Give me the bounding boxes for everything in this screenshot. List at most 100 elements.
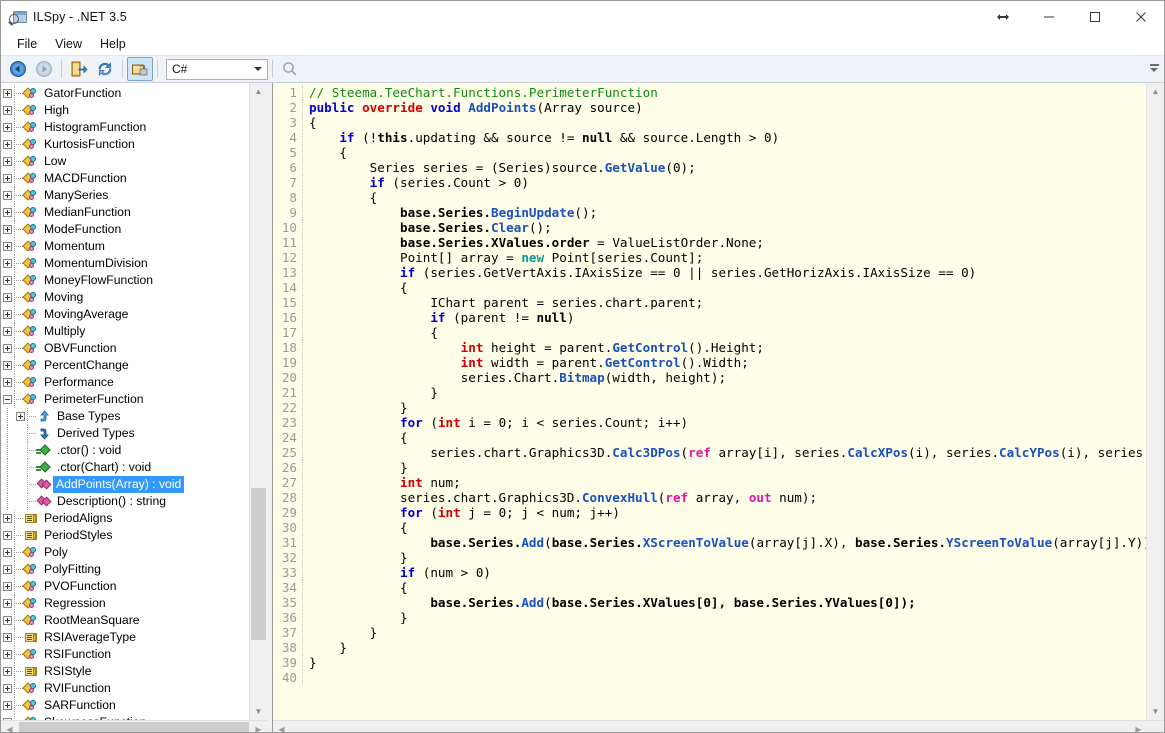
- tree-item[interactable]: RSIStyle: [1, 663, 250, 680]
- expand-plus-icon[interactable]: [1, 612, 14, 629]
- tree-scroll-thumb[interactable]: [251, 488, 266, 640]
- expand-plus-icon[interactable]: [1, 357, 14, 374]
- expand-plus-icon[interactable]: [1, 102, 14, 119]
- tree-item[interactable]: .ctor(Chart) : void: [1, 459, 250, 476]
- expand-plus-icon[interactable]: [1, 170, 14, 187]
- tree-item[interactable]: RSIAverageType: [1, 629, 250, 646]
- expand-plus-icon[interactable]: [1, 289, 14, 306]
- tree-item[interactable]: Base Types: [1, 408, 250, 425]
- collapse-minus-icon[interactable]: [1, 391, 14, 408]
- tree-item[interactable]: ManySeries: [1, 187, 250, 204]
- expand-plus-icon[interactable]: [1, 204, 14, 221]
- tree-item[interactable]: .ctor() : void: [1, 442, 250, 459]
- scroll-right-icon[interactable]: ▶: [1130, 721, 1147, 732]
- expand-plus-icon[interactable]: [1, 187, 14, 204]
- tree-item[interactable]: OBVFunction: [1, 340, 250, 357]
- scroll-down-icon[interactable]: ▼: [250, 703, 267, 720]
- expand-plus-icon[interactable]: [1, 221, 14, 238]
- tree-item[interactable]: Multiply: [1, 323, 250, 340]
- tree-item[interactable]: MedianFunction: [1, 204, 250, 221]
- tree-item[interactable]: MACDFunction: [1, 170, 250, 187]
- expand-plus-icon[interactable]: [1, 136, 14, 153]
- tree-item[interactable]: KurtosisFunction: [1, 136, 250, 153]
- expand-plus-icon[interactable]: [1, 374, 14, 391]
- toolbar-overflow-icon[interactable]: [1147, 59, 1161, 77]
- expand-plus-icon[interactable]: [1, 646, 14, 663]
- forward-icon[interactable]: [31, 57, 57, 81]
- menu-file[interactable]: File: [8, 35, 46, 53]
- minimize-icon[interactable]: [1026, 1, 1072, 33]
- tree-item[interactable]: Poly: [1, 544, 250, 561]
- expand-plus-icon[interactable]: [1, 578, 14, 595]
- tree-item[interactable]: ModeFunction: [1, 221, 250, 238]
- expand-plus-icon[interactable]: [1, 340, 14, 357]
- code-editor[interactable]: 1 // Steema.TeeChart.Functions.PerimeterF…: [273, 83, 1147, 720]
- resize-horizontal-icon[interactable]: [980, 1, 1026, 33]
- tree-item[interactable]: PVOFunction: [1, 578, 250, 595]
- tree-vertical-scrollbar[interactable]: ▲ ▼: [249, 83, 267, 720]
- scroll-up-icon[interactable]: ▲: [1147, 83, 1164, 100]
- expand-plus-icon[interactable]: [1, 510, 14, 527]
- expand-plus-icon[interactable]: [1, 527, 14, 544]
- tree-item[interactable]: PeriodStyles: [1, 527, 250, 544]
- tree-horizontal-scrollbar[interactable]: ◀ ▶: [1, 720, 267, 732]
- expand-plus-icon[interactable]: [14, 408, 27, 425]
- tree-item[interactable]: SARFunction: [1, 697, 250, 714]
- tree-item[interactable]: Description() : string: [1, 493, 250, 510]
- expand-plus-icon[interactable]: [1, 85, 14, 102]
- tree-item[interactable]: Low: [1, 153, 250, 170]
- maximize-icon[interactable]: [1072, 1, 1118, 33]
- scroll-left-icon[interactable]: ◀: [273, 721, 290, 732]
- decompile-lock-icon[interactable]: [127, 57, 153, 81]
- expand-plus-icon[interactable]: [1, 544, 14, 561]
- tree-item[interactable]: MomentumDivision: [1, 255, 250, 272]
- expand-plus-icon[interactable]: [1, 255, 14, 272]
- tree-item[interactable]: Moving: [1, 289, 250, 306]
- tree-item[interactable]: Regression: [1, 595, 250, 612]
- scroll-up-icon[interactable]: ▲: [250, 83, 267, 100]
- expand-plus-icon[interactable]: [1, 306, 14, 323]
- expand-plus-icon[interactable]: [1, 697, 14, 714]
- tree-item[interactable]: MoneyFlowFunction: [1, 272, 250, 289]
- back-icon[interactable]: [5, 57, 31, 81]
- expand-plus-icon[interactable]: [1, 629, 14, 646]
- expand-plus-icon[interactable]: [1, 238, 14, 255]
- search-icon[interactable]: [277, 57, 303, 81]
- refresh-icon[interactable]: [92, 57, 118, 81]
- expand-plus-icon[interactable]: [1, 663, 14, 680]
- expand-plus-icon[interactable]: [1, 323, 14, 340]
- expand-plus-icon[interactable]: [1, 680, 14, 697]
- expand-plus-icon[interactable]: [1, 272, 14, 289]
- code-vertical-scrollbar[interactable]: ▲ ▼: [1146, 83, 1164, 720]
- tree-hscroll-thumb[interactable]: [19, 722, 249, 732]
- tree-item[interactable]: PerimeterFunction: [1, 391, 250, 408]
- tree-item[interactable]: PeriodAligns: [1, 510, 250, 527]
- tree-item[interactable]: High: [1, 102, 250, 119]
- scroll-left-icon[interactable]: ◀: [1, 721, 18, 732]
- language-combo[interactable]: C#: [166, 58, 268, 80]
- close-icon[interactable]: [1118, 1, 1164, 33]
- tree-item[interactable]: Derived Types: [1, 425, 250, 442]
- tree-item[interactable]: Performance: [1, 374, 250, 391]
- expand-plus-icon[interactable]: [1, 153, 14, 170]
- expand-plus-icon[interactable]: [1, 119, 14, 136]
- menu-view[interactable]: View: [46, 35, 91, 53]
- tree-item[interactable]: Momentum: [1, 238, 250, 255]
- scroll-down-icon[interactable]: ▼: [1147, 703, 1164, 720]
- expand-plus-icon[interactable]: [1, 561, 14, 578]
- tree-item[interactable]: PercentChange: [1, 357, 250, 374]
- tree-item[interactable]: GatorFunction: [1, 85, 250, 102]
- open-assembly-icon[interactable]: [66, 57, 92, 81]
- tree-item[interactable]: RootMeanSquare: [1, 612, 250, 629]
- expand-plus-icon[interactable]: [1, 595, 14, 612]
- menu-help[interactable]: Help: [91, 35, 135, 53]
- tree-item[interactable]: RSIFunction: [1, 646, 250, 663]
- code-horizontal-scrollbar[interactable]: ◀ ▶: [273, 720, 1164, 732]
- tree-item[interactable]: HistogramFunction: [1, 119, 250, 136]
- tree-item[interactable]: MovingAverage: [1, 306, 250, 323]
- tree-item-selected[interactable]: AddPoints(Array) : void: [1, 476, 250, 493]
- tree-item[interactable]: PolyFitting: [1, 561, 250, 578]
- code-token: (parent !=: [445, 310, 537, 325]
- tree-item[interactable]: RVIFunction: [1, 680, 250, 697]
- scroll-right-icon[interactable]: ▶: [250, 721, 267, 732]
